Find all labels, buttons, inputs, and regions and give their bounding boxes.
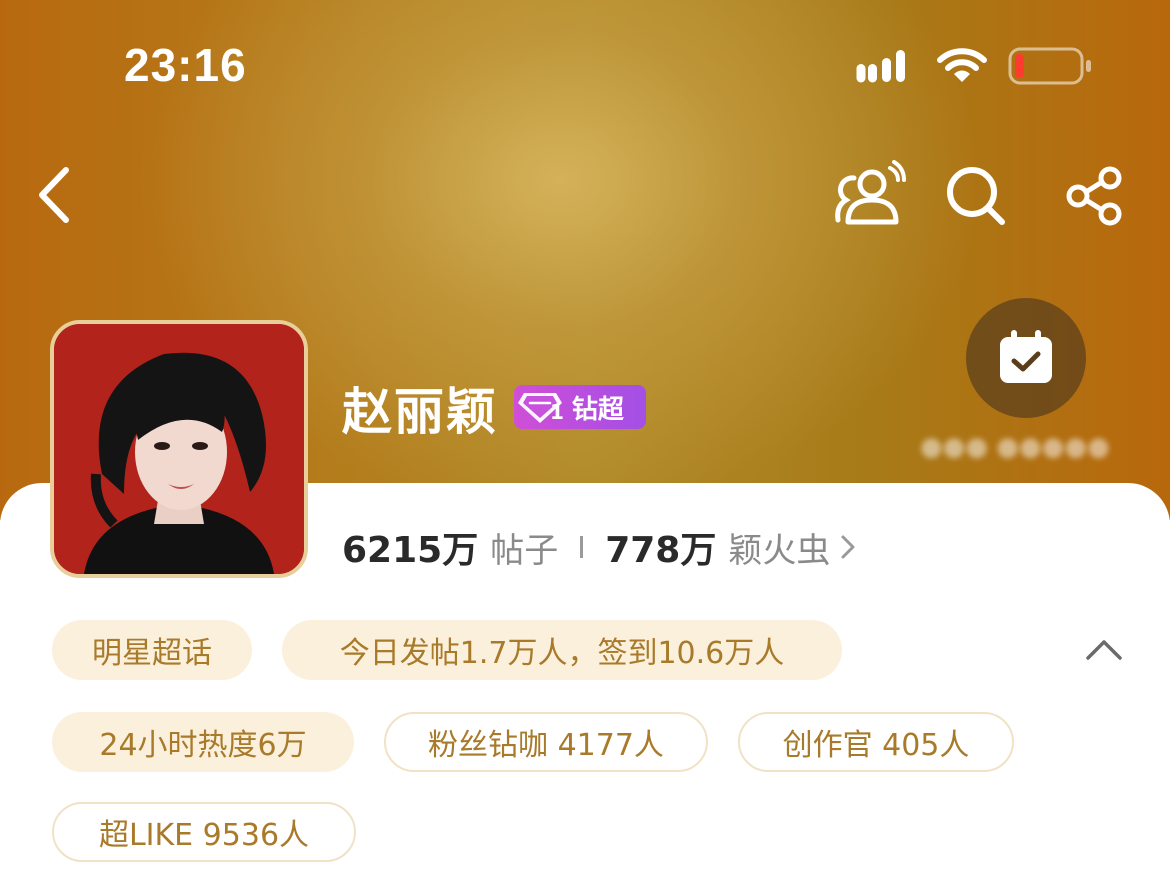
chevron-up-icon[interactable] (1080, 632, 1128, 668)
checkin-button[interactable] (966, 298, 1086, 418)
tag-category[interactable]: 明星超话 (52, 620, 252, 680)
tag-today-activity[interactable]: 今日发帖1.7万人，签到10.6万人 (282, 620, 842, 680)
tag-heat[interactable]: 24小时热度6万 (52, 712, 354, 772)
tag-creators[interactable]: 创作官 405人 (738, 712, 1014, 772)
posts-count: 6215万 (342, 530, 479, 571)
stats-divider (580, 536, 584, 558)
posts-label: 帖子 (490, 530, 559, 571)
wifi-icon (937, 48, 987, 82)
badge-level: 1 (550, 400, 564, 424)
fans-count[interactable]: 778万 (605, 521, 716, 573)
tag-diamond-fans[interactable]: 粉丝钻咖 4177人 (384, 712, 708, 772)
tag-super-like[interactable]: 超LIKE 9536人 (52, 802, 356, 862)
badge-label: 钻超 (571, 394, 624, 425)
stats-row: 6215万 帖子 778万 颖火虫 (342, 522, 856, 572)
chevron-right-icon[interactable] (840, 533, 856, 561)
topic-title: 赵丽颖 (342, 383, 498, 441)
level-badge[interactable]: 1 钻超 (514, 385, 646, 429)
community-icon[interactable] (832, 160, 908, 230)
blurred-caption: ●●● ●●●●● (920, 432, 1110, 462)
avatar[interactable] (50, 320, 308, 578)
fans-label[interactable]: 颖火虫 (728, 523, 830, 572)
calendar-check-icon (1000, 330, 1052, 383)
status-bar: 23:16 (0, 0, 1170, 130)
status-time: 23:16 (124, 39, 247, 91)
search-icon[interactable] (942, 162, 1010, 230)
cellular-signal-icon (856, 50, 905, 83)
back-icon[interactable] (30, 160, 80, 230)
share-icon[interactable] (1062, 162, 1130, 230)
battery-icon (1008, 47, 1091, 85)
portrait-image (54, 324, 304, 574)
